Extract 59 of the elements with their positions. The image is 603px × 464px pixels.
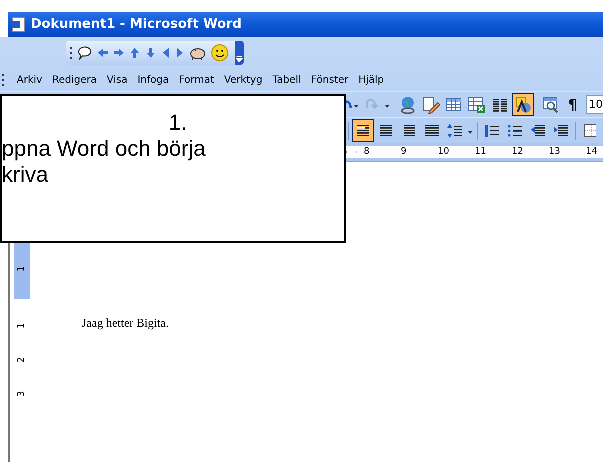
toolbar-options-button[interactable] (235, 41, 244, 65)
menu-item[interactable]: Tabell (268, 72, 306, 88)
ruler-number: 9 (401, 147, 407, 157)
menu-item[interactable]: Fönster (306, 72, 354, 88)
menu-item[interactable]: Visa (102, 72, 133, 88)
document-text: Jaag hetter Bigita. (82, 316, 169, 330)
callout-text: kriva (2, 162, 48, 188)
menu-item[interactable]: Redigera (47, 72, 102, 88)
callout-number: 1. (168, 110, 188, 136)
ruler-number: 1 (17, 323, 27, 329)
font-size-field[interactable]: 10 (586, 95, 603, 114)
align-left-icon (355, 122, 371, 138)
ruler-number: 8 (364, 147, 370, 157)
dropdown-arrow-icon (236, 56, 243, 62)
border-icon (584, 122, 596, 138)
align-center-icon (378, 122, 394, 138)
ruler-number: 11 (475, 147, 486, 157)
smiley-icon[interactable] (211, 44, 229, 62)
undo-icon (346, 100, 352, 109)
arrow-up-icon[interactable] (129, 47, 141, 59)
ruler-number: 12 (512, 147, 524, 157)
justify-icon (424, 122, 440, 138)
line-spacing-icon (447, 122, 463, 138)
globe-link-icon (399, 96, 417, 114)
grip-icon[interactable] (2, 73, 6, 87)
ruler-number: 13 (549, 147, 560, 157)
magnifier-page-icon (542, 96, 560, 114)
callout-text: ppna Word och börja (2, 136, 206, 162)
ruler-number: 1 (17, 266, 27, 272)
ruler-number: 10 (438, 147, 450, 157)
menu-item[interactable]: Verktyg (219, 72, 268, 88)
arrow-right-icon[interactable] (113, 47, 125, 59)
speech-bubble-icon[interactable] (77, 45, 93, 61)
grip-icon[interactable] (70, 45, 73, 61)
ruler-number: 2 (17, 357, 27, 363)
menu-item[interactable]: Format (174, 72, 220, 88)
table-icon (445, 96, 463, 114)
document-icon (11, 16, 27, 32)
arrow-left-icon[interactable] (97, 47, 109, 59)
menu-item[interactable]: Infoga (132, 72, 174, 88)
window-title: Dokument1 - Microsoft Word (31, 17, 242, 32)
align-right-icon (401, 122, 417, 138)
ruler-number: 3 (17, 391, 27, 397)
drawing-tools-icon (514, 96, 532, 114)
pencil-page-icon (422, 96, 440, 114)
pilcrow-button[interactable]: ¶ (563, 94, 583, 115)
align-left-button[interactable] (352, 119, 374, 142)
numbered-list-icon (484, 122, 500, 138)
triangle-left-icon[interactable] (161, 47, 171, 59)
increase-indent-icon (553, 122, 569, 138)
ruler-number: 14 (586, 147, 598, 157)
arrow-down-icon[interactable] (145, 47, 157, 59)
menu-item[interactable]: Arkiv (12, 72, 48, 88)
bulleted-list-icon (507, 122, 523, 138)
decrease-indent-icon (530, 122, 546, 138)
drawing-tools-button[interactable] (512, 93, 534, 116)
menu-item[interactable]: Hjälp (354, 72, 390, 88)
triangle-right-icon[interactable] (175, 47, 185, 59)
spreadsheet-icon (468, 96, 486, 114)
